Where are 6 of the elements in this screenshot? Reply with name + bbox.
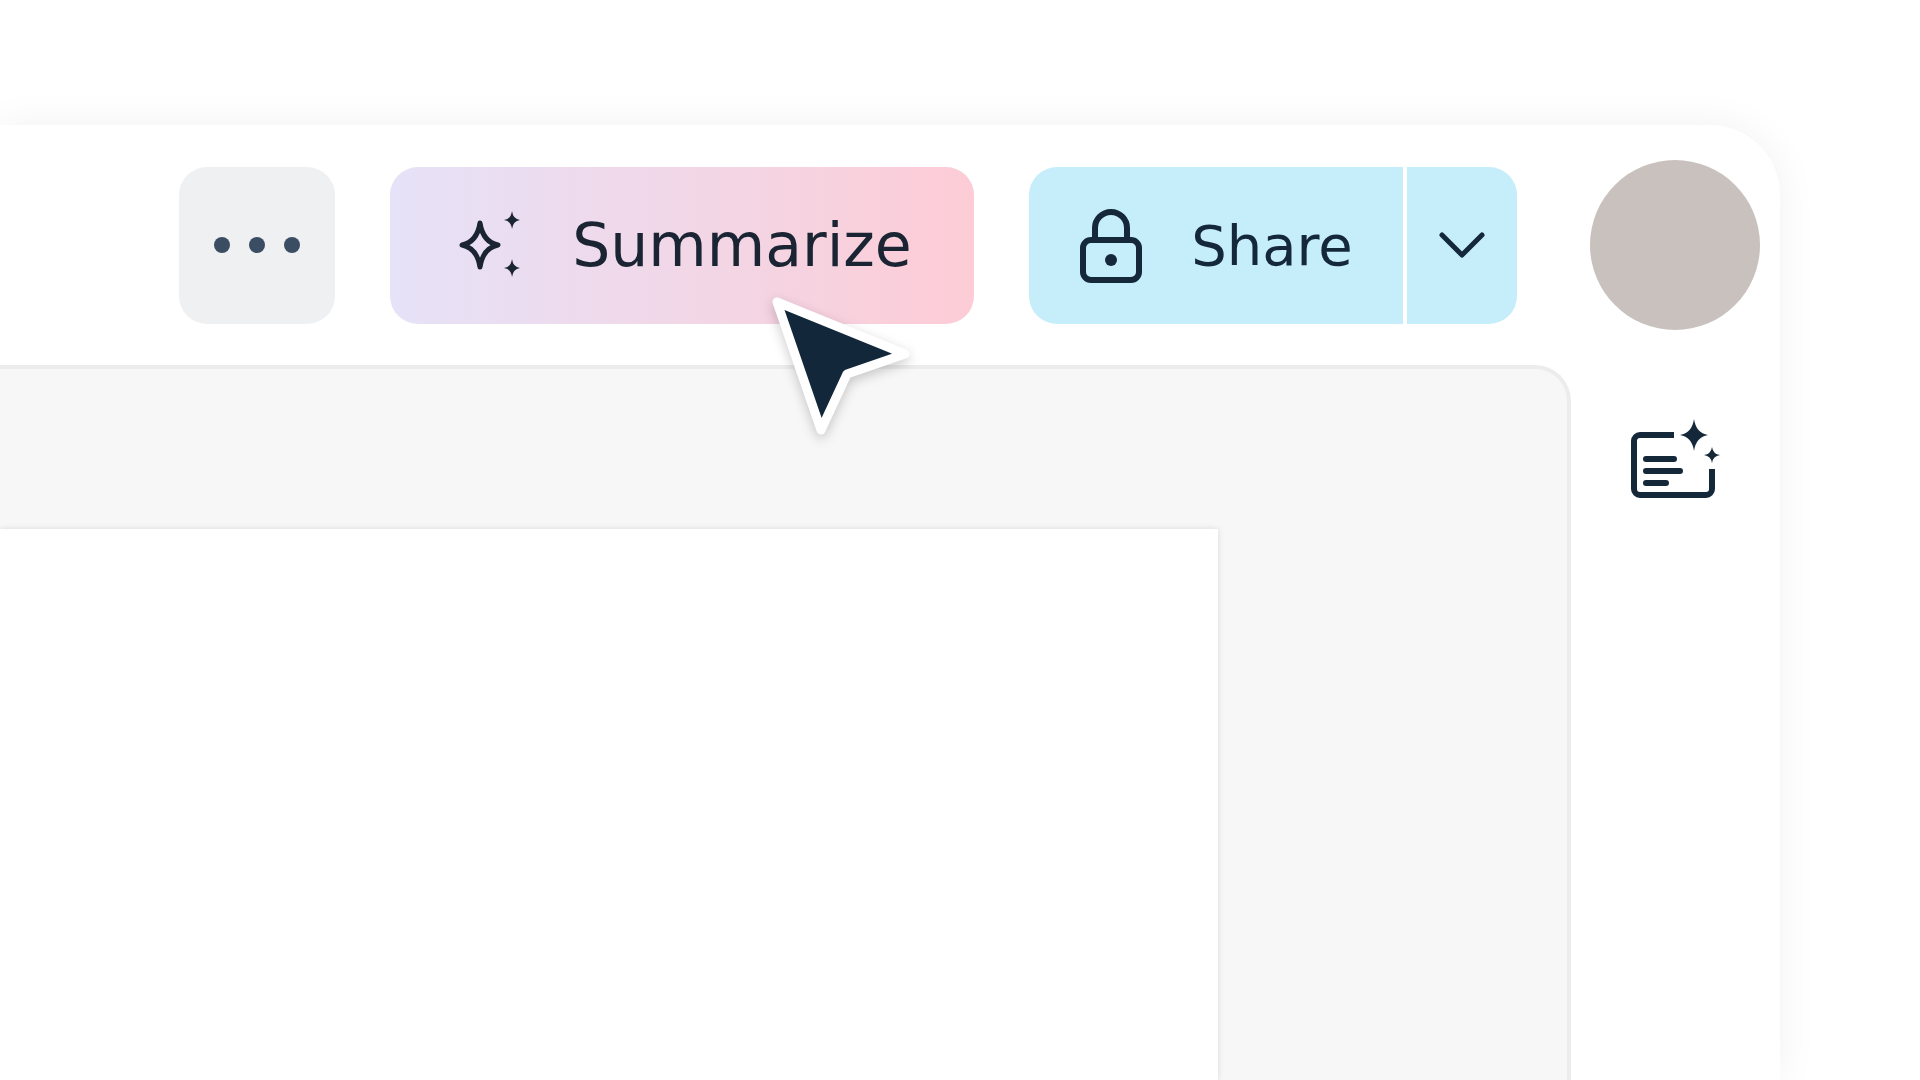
lock-icon [1079, 206, 1144, 284]
more-options-button[interactable] [179, 166, 335, 324]
share-button[interactable]: Share [1029, 166, 1403, 324]
more-icon [212, 235, 302, 255]
summarize-button[interactable]: Summarize [390, 166, 974, 324]
chevron-down-icon [1438, 231, 1486, 259]
